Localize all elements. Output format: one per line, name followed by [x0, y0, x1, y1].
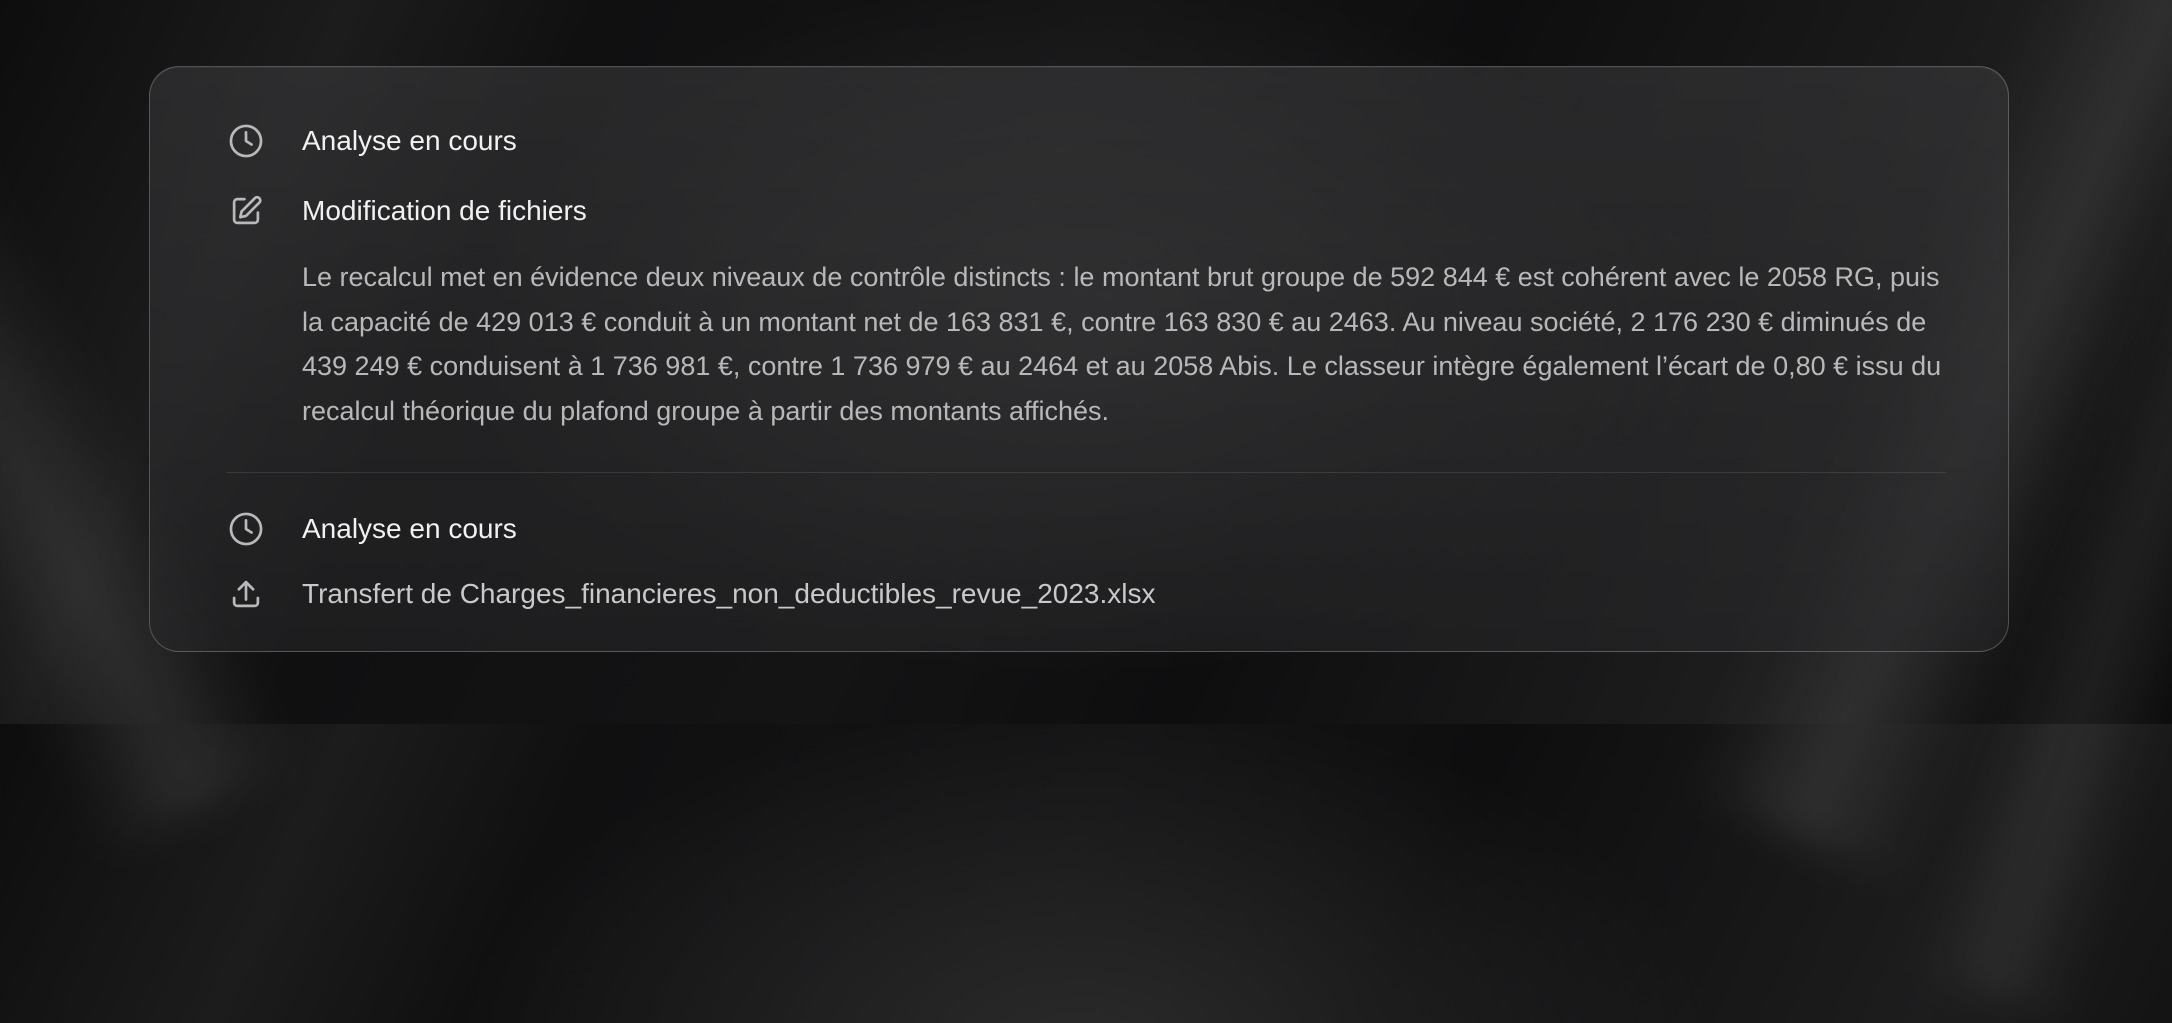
step-detail-text: Le recalcul met en évidence deux niveaux…	[302, 262, 1942, 426]
step-label: Modification de fichiers	[302, 195, 587, 226]
edit-icon	[226, 191, 266, 231]
step-file-modification: Modification de fichiers	[226, 191, 587, 231]
clock-icon	[226, 509, 266, 549]
upload-icon	[226, 574, 266, 614]
step-label: Analyse en cours	[302, 513, 517, 544]
step-label: Transfert de Charges_financieres_non_ded…	[302, 578, 1156, 609]
step-label: Analyse en cours	[302, 125, 517, 156]
step-file-upload: Transfert de Charges_financieres_non_ded…	[226, 574, 1156, 614]
activity-panel: Analyse en cours Modification de fichier…	[149, 66, 2009, 652]
step-analysis: Analyse en cours	[226, 121, 517, 161]
divider	[226, 472, 1946, 473]
step-analysis: Analyse en cours	[226, 509, 517, 549]
clock-icon	[226, 121, 266, 161]
